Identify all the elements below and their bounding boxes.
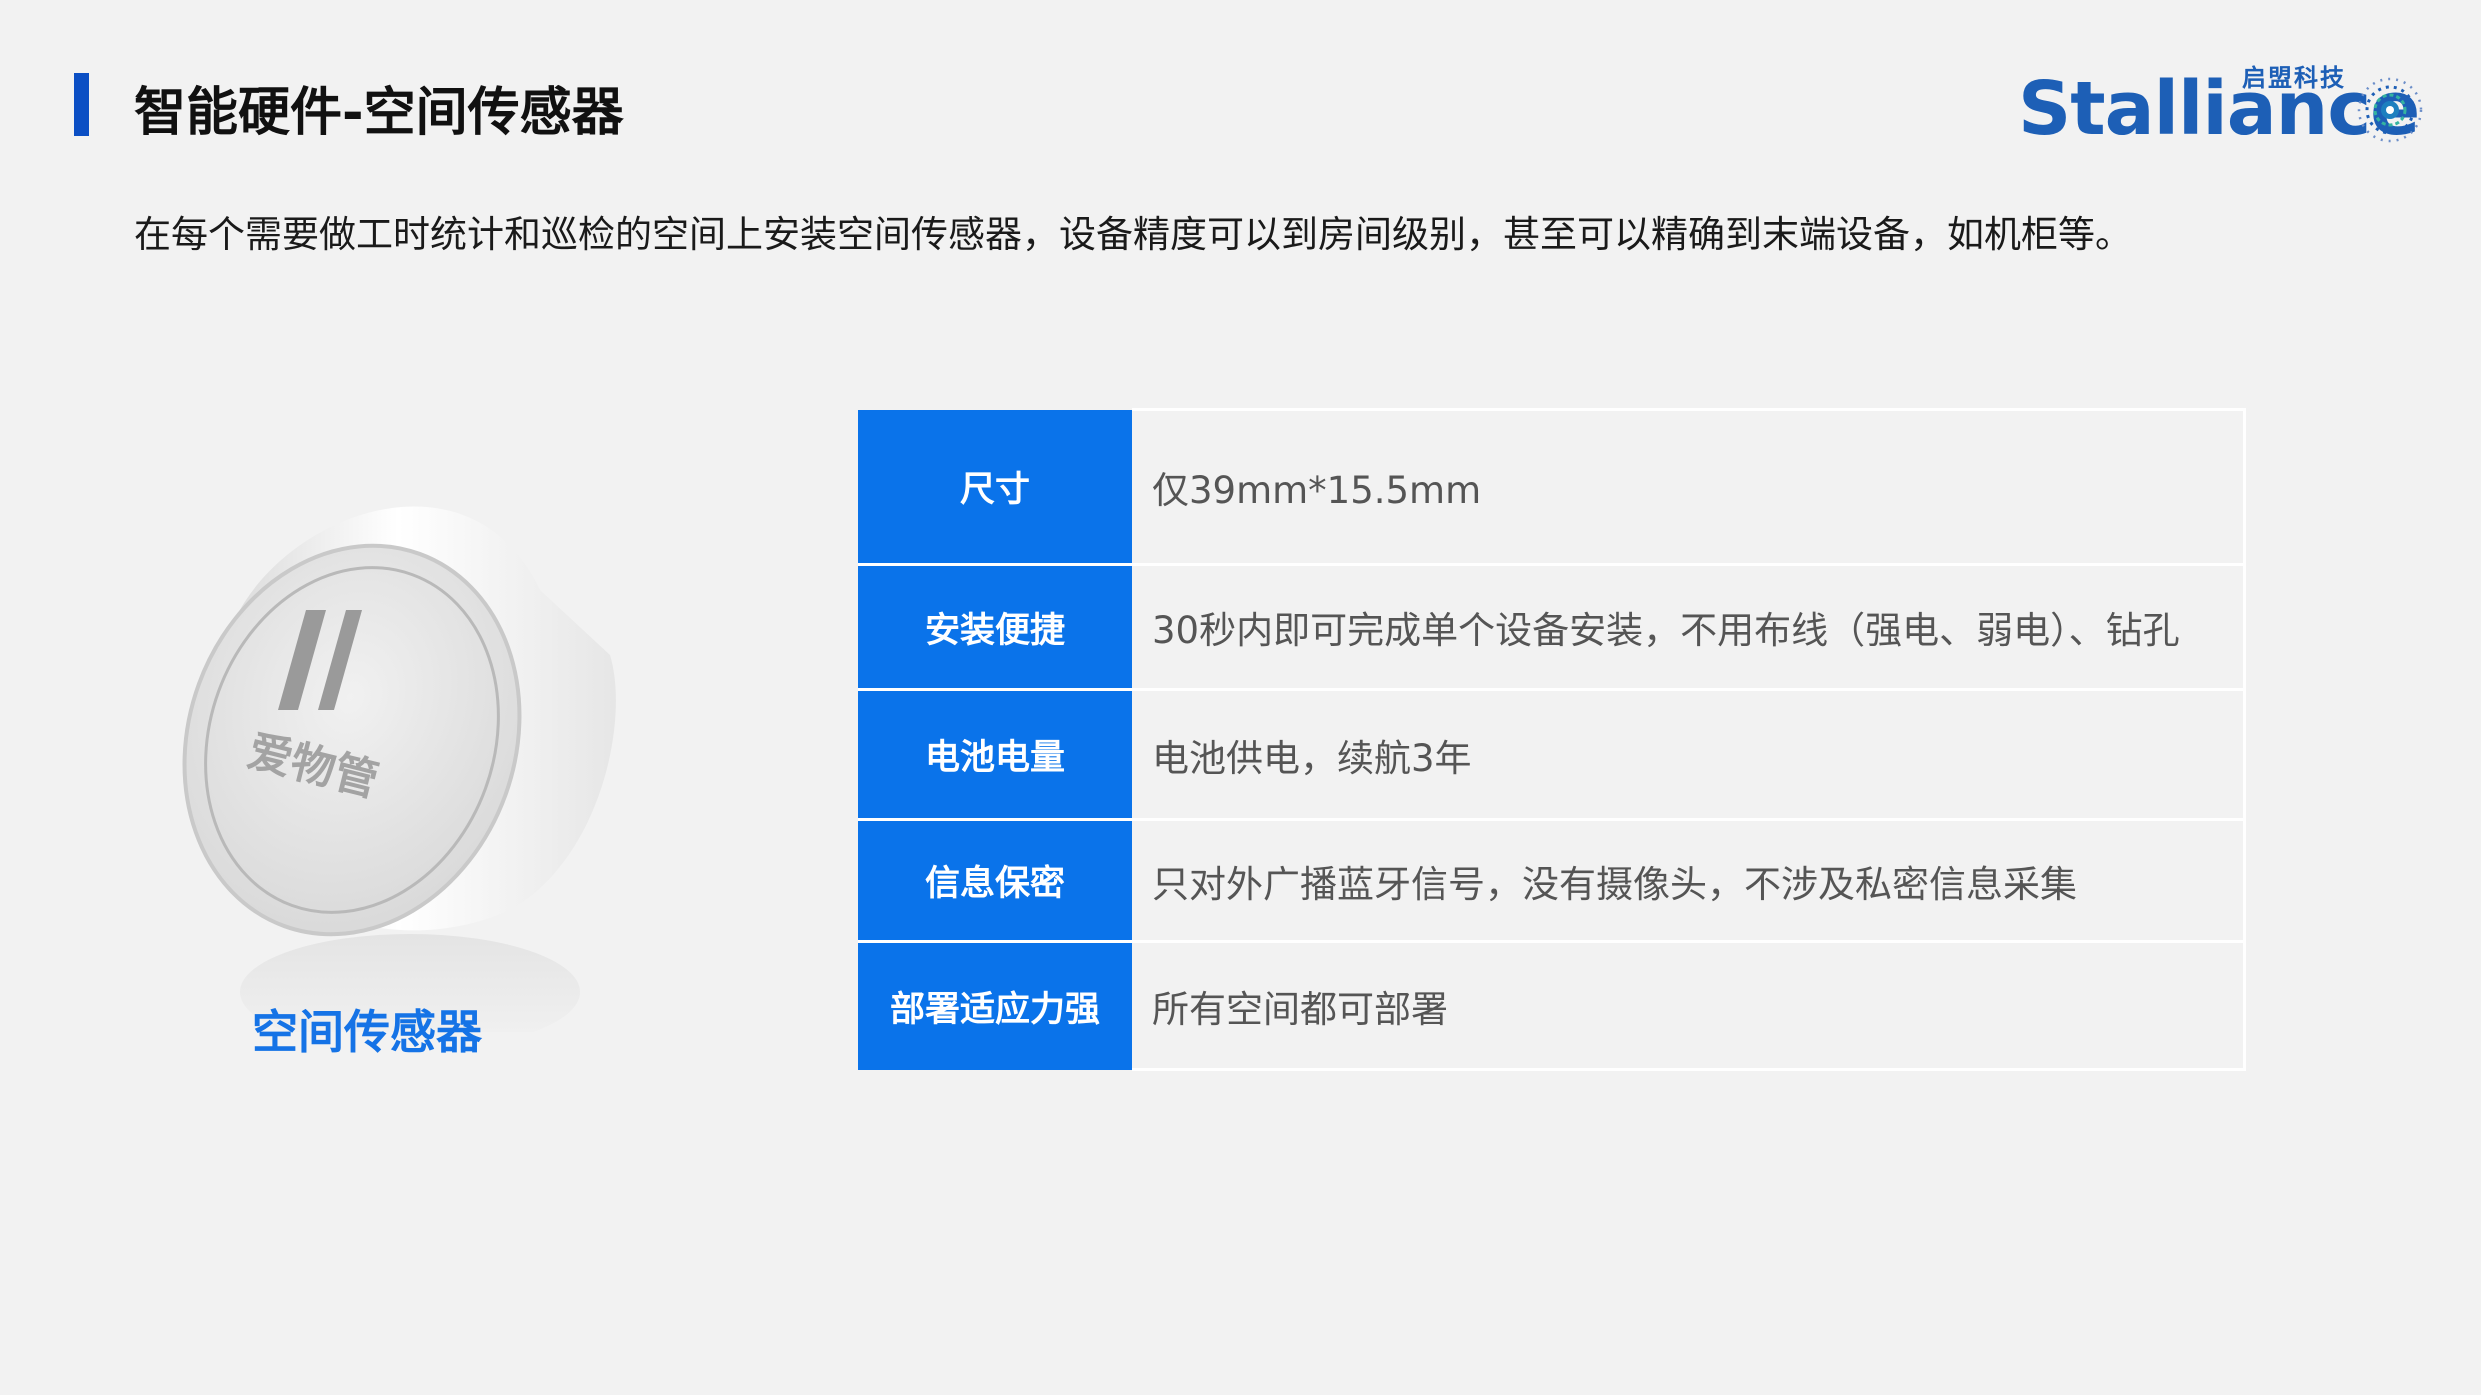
spec-label: 电池电量 [858,689,1132,821]
table-row: 部署适应力强 所有空间都可部署 [858,940,2246,1071]
spec-label: 信息保密 [858,819,1132,943]
title-accent-bar [74,73,89,136]
spec-value: 30秒内即可完成单个设备安装，不用布线（强电、弱电）、钻孔 [1132,563,2246,691]
product-caption: 空间传感器 [252,1005,482,1059]
spec-value: 仅39mm*15.5mm [1132,408,2246,566]
logo-chinese-name: 启盟科技 [2242,64,2346,92]
intro-paragraph: 在每个需要做工时统计和巡检的空间上安装空间传感器，设备精度可以到房间级别，甚至可… [134,213,2132,256]
spec-value: 所有空间都可部署 [1132,940,2246,1071]
circuit-globe-icon [2357,77,2423,143]
table-row: 安装便捷 30秒内即可完成单个设备安装，不用布线（强电、弱电）、钻孔 [858,563,2246,691]
page-title: 智能硬件-空间传感器 [134,83,624,143]
spec-value: 只对外广播蓝牙信号，没有摄像头，不涉及私密信息采集 [1132,818,2246,943]
spec-label: 部署适应力强 [858,941,1132,1070]
table-row: 信息保密 只对外广播蓝牙信号，没有摄像头，不涉及私密信息采集 [858,818,2246,943]
table-row: 电池电量 电池供电，续航3年 [858,688,2246,821]
spec-table: 尺寸 仅39mm*15.5mm 安装便捷 30秒内即可完成单个设备安装，不用布线… [858,408,2246,1071]
sensor-device-image: 爱物管 [160,506,660,1080]
company-logo: Stalliance 启盟科技 [2018,62,2438,152]
spec-value: 电池供电，续航3年 [1132,688,2246,821]
spec-label: 尺寸 [858,409,1132,566]
table-row: 尺寸 仅39mm*15.5mm [858,408,2246,566]
spec-label: 安装便捷 [858,564,1132,691]
